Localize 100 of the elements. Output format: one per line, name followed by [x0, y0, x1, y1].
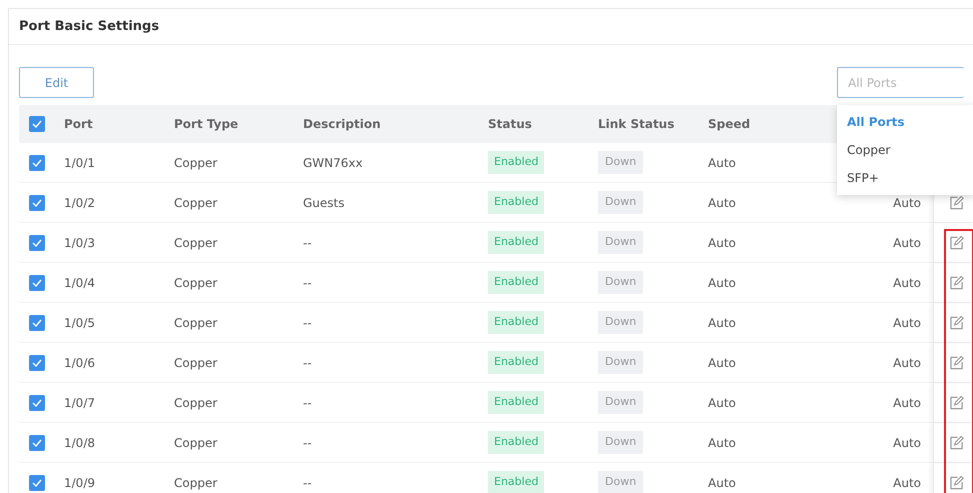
link-status-badge: Down	[598, 231, 644, 254]
panel-title: Port Basic Settings	[19, 18, 160, 36]
link-status-badge: Down	[598, 311, 644, 334]
check-icon	[32, 158, 42, 166]
check-icon	[32, 438, 42, 446]
table-cell-text: 1/0/9	[64, 474, 95, 492]
table-cell-text: Copper	[174, 314, 218, 332]
table-cell-text: Copper	[174, 194, 218, 212]
table-cell-text: Auto	[893, 394, 921, 412]
checkbox[interactable]	[29, 474, 45, 490]
table-cell-text: 1/0/2	[64, 194, 95, 212]
edit-icon[interactable]	[950, 316, 964, 330]
table-cell-text: Auto	[708, 314, 736, 332]
status-badge: Enabled	[488, 431, 544, 454]
table-cell-text: Auto	[893, 274, 921, 292]
table-cell-text: Auto	[893, 354, 921, 372]
table-cell-text: Copper	[174, 434, 218, 452]
edit-icon[interactable]	[950, 276, 964, 290]
port-filter-dropdown[interactable]: All Ports	[837, 67, 964, 98]
status-badge: Enabled	[488, 191, 544, 214]
table-cell-text: Auto	[708, 194, 736, 212]
table-cell-text: --	[303, 314, 312, 332]
status-badge: Enabled	[488, 231, 544, 254]
table-cell-text: Copper	[174, 474, 218, 492]
link-status-badge: Down	[598, 271, 644, 294]
check-icon	[32, 198, 42, 206]
check-icon	[32, 358, 42, 366]
table-cell-text: Auto	[893, 194, 921, 212]
checkbox[interactable]	[29, 434, 45, 450]
table-cell-text: --	[303, 274, 312, 292]
check-icon	[32, 278, 42, 286]
table-cell-text: Auto	[708, 394, 736, 412]
table-cell-text: Copper	[174, 274, 218, 292]
table-cell-text: 1/0/3	[64, 234, 95, 252]
table-cell-text: 1/0/6	[64, 354, 95, 372]
checkbox[interactable]	[29, 314, 45, 330]
table-cell-text: Auto	[893, 314, 921, 332]
table-cell-text: Auto	[708, 434, 736, 452]
edit-icon[interactable]	[950, 356, 964, 370]
table-cell-text: 1/0/8	[64, 434, 95, 452]
edit-button[interactable]: Edit	[19, 67, 94, 98]
table-cell-text: Auto	[708, 154, 736, 172]
dropdown-option[interactable]: SFP+	[837, 164, 973, 192]
status-badge: Enabled	[488, 151, 544, 174]
status-badge: Enabled	[488, 471, 544, 493]
status-badge: Enabled	[488, 311, 544, 334]
link-status-badge: Down	[598, 351, 644, 374]
checkbox[interactable]	[29, 154, 45, 170]
link-status-badge: Down	[598, 431, 644, 454]
status-badge: Enabled	[488, 271, 544, 294]
checkbox[interactable]	[29, 274, 45, 290]
table-cell-text: Guests	[303, 194, 344, 212]
column-header: Status	[488, 116, 532, 133]
check-icon	[32, 318, 42, 326]
table-cell-text: GWN76xx	[303, 154, 363, 172]
table-cell-text: Copper	[174, 154, 218, 172]
table-cell-text: Auto	[893, 474, 921, 492]
column-header: Port	[64, 116, 93, 133]
link-status-badge: Down	[598, 471, 644, 493]
table-cell-text: --	[303, 474, 312, 492]
column-header: Link Status	[598, 116, 674, 133]
table-cell-text: 1/0/1	[64, 154, 95, 172]
check-icon	[32, 120, 42, 128]
edit-icon[interactable]	[950, 236, 964, 250]
table-cell-text: 1/0/7	[64, 394, 95, 412]
checkbox[interactable]	[29, 394, 45, 410]
edit-icon[interactable]	[950, 476, 964, 490]
table-cell-text: --	[303, 394, 312, 412]
check-icon	[32, 238, 42, 246]
status-badge: Enabled	[488, 391, 544, 414]
table-cell-text: Auto	[708, 234, 736, 252]
edit-icon[interactable]	[950, 436, 964, 450]
checkbox[interactable]	[29, 234, 45, 250]
checkbox[interactable]	[29, 116, 45, 132]
table-cell-text: Auto	[708, 274, 736, 292]
table-cell-text: --	[303, 234, 312, 252]
check-icon	[32, 478, 42, 486]
dropdown-option[interactable]: All Ports	[837, 108, 973, 136]
column-header: Description	[303, 116, 381, 133]
table-cell-text: Auto	[893, 434, 921, 452]
table-cell-text: Copper	[174, 394, 218, 412]
table-cell-text: Auto	[893, 234, 921, 252]
table-cell-text: --	[303, 354, 312, 372]
column-header: Port Type	[174, 116, 238, 133]
table-cell-text: Auto	[708, 354, 736, 372]
check-icon	[32, 398, 42, 406]
table-cell-text: 1/0/5	[64, 314, 95, 332]
status-badge: Enabled	[488, 351, 544, 374]
edit-icon[interactable]	[950, 396, 964, 410]
table-cell-text: Copper	[174, 354, 218, 372]
table-cell-text: Auto	[708, 474, 736, 492]
checkbox[interactable]	[29, 194, 45, 210]
table-cell-text: Copper	[174, 234, 218, 252]
edit-icon[interactable]	[950, 196, 964, 210]
link-status-badge: Down	[598, 391, 644, 414]
column-header: Speed	[708, 116, 750, 133]
table-cell-text: --	[303, 434, 312, 452]
checkbox[interactable]	[29, 354, 45, 370]
dropdown-option[interactable]: Copper	[837, 136, 973, 164]
link-status-badge: Down	[598, 191, 644, 214]
